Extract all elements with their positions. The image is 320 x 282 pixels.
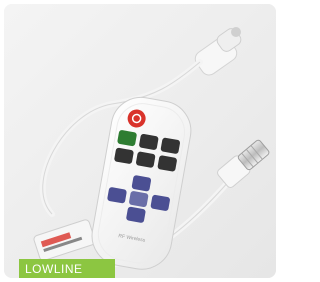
- brand-logo: LOWLINE: [19, 259, 115, 278]
- product-card: RF Wireless LOWLINE: [4, 4, 276, 278]
- product-photo: RF Wireless: [4, 4, 276, 278]
- brand-label: LOWLINE: [25, 262, 83, 276]
